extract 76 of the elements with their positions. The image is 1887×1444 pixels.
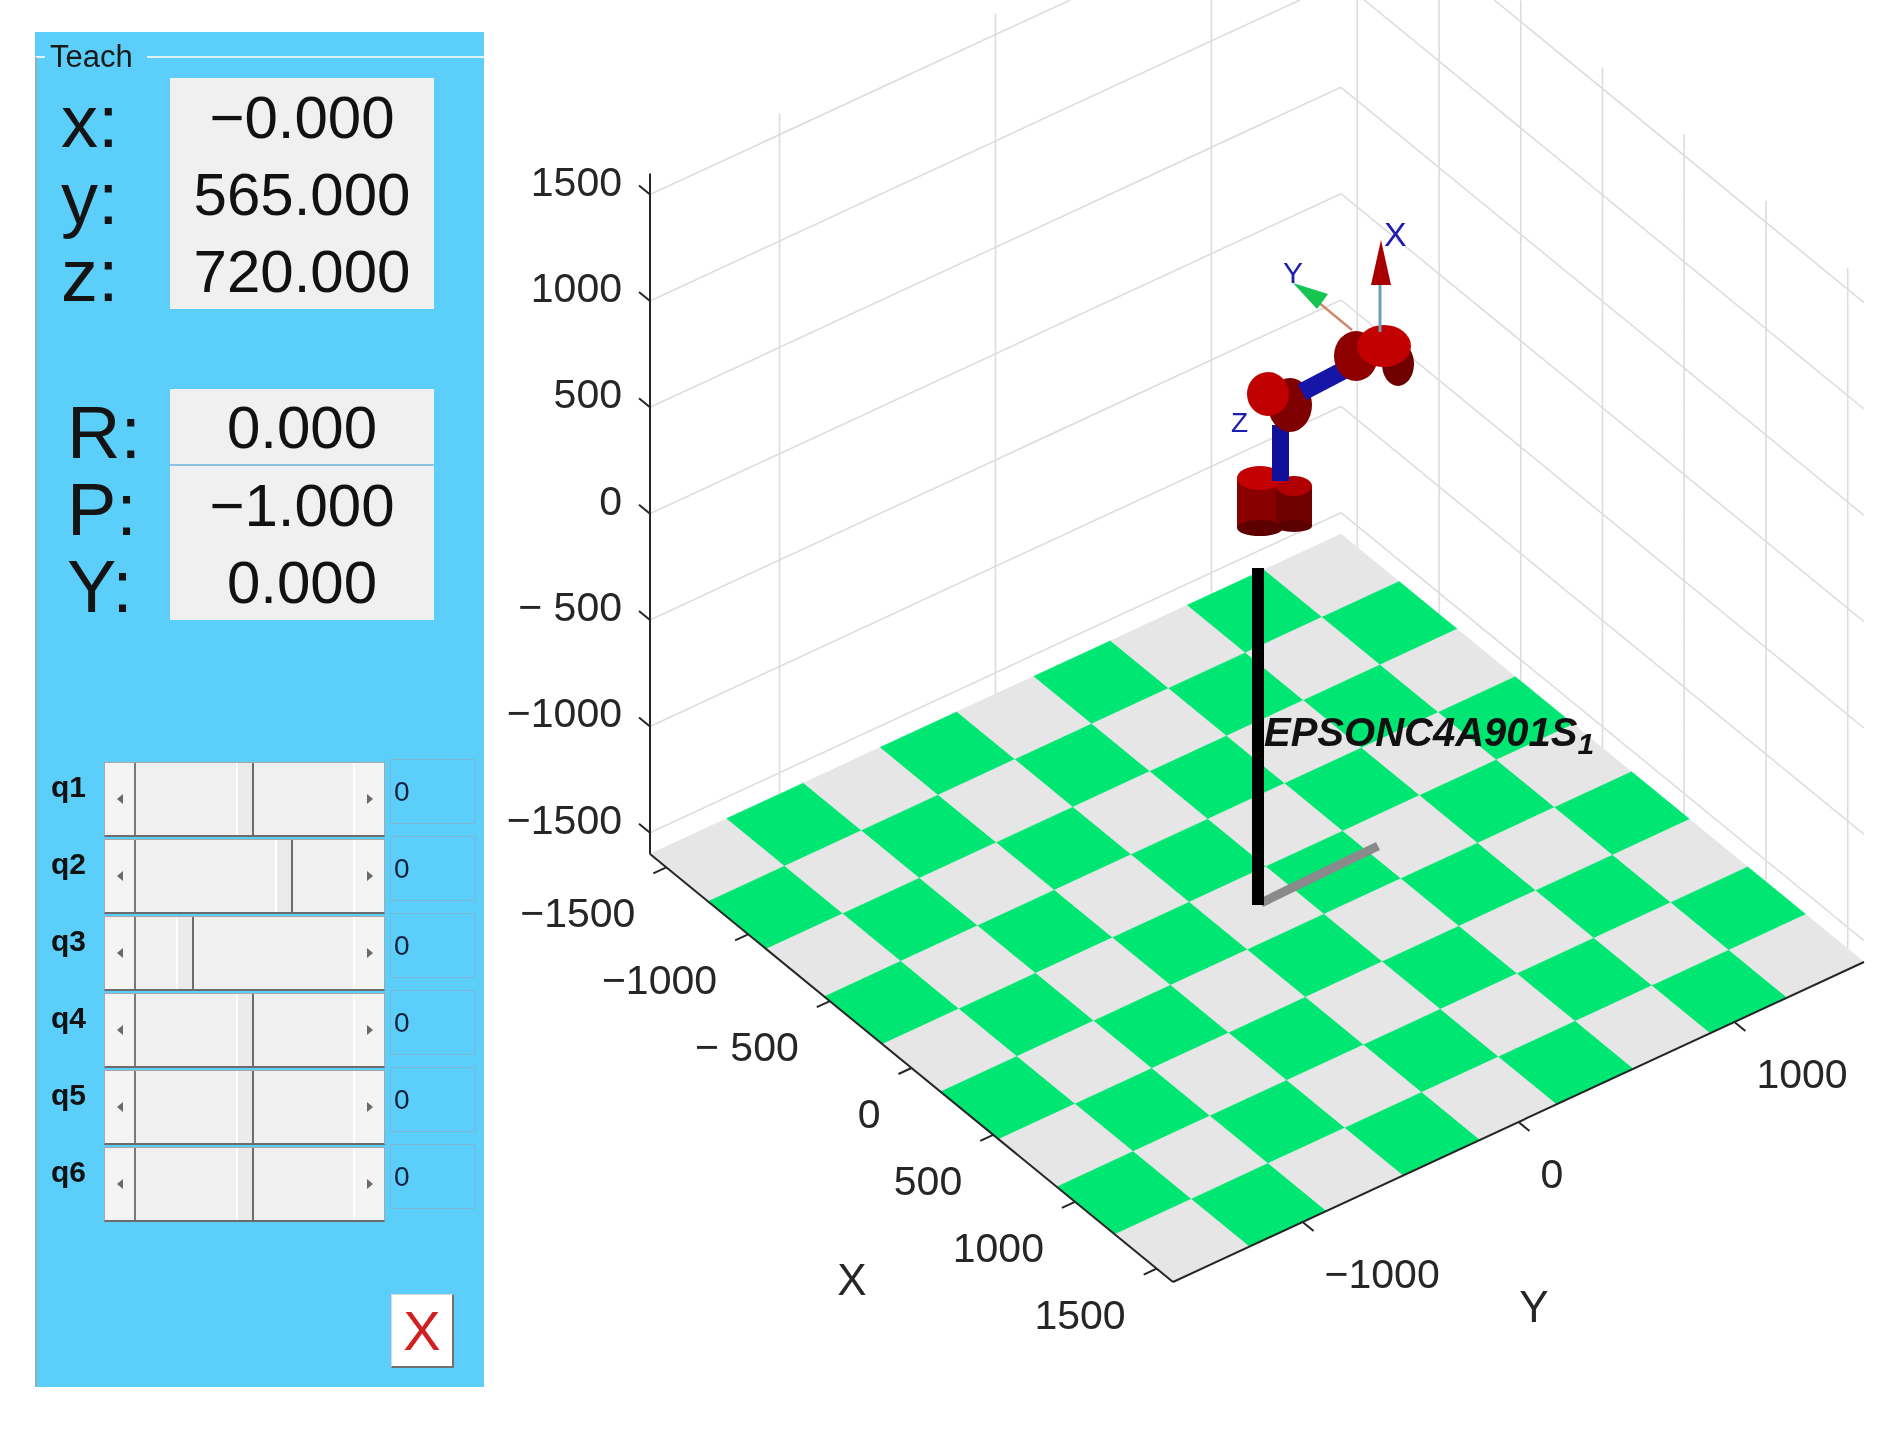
z-tick-label: 0	[599, 477, 622, 524]
caret-right-icon	[366, 1025, 373, 1035]
joint-value-field[interactable]: 0	[390, 990, 476, 1055]
x-tick-label: −1000	[601, 957, 718, 1004]
scroll-left-button[interactable]	[105, 1071, 136, 1143]
slider-thumb[interactable]	[175, 917, 194, 989]
coordinate-label: x:	[61, 84, 119, 159]
joint-slider[interactable]	[104, 993, 385, 1068]
coordinate-value: 0.000	[226, 553, 378, 613]
slider-thumb[interactable]	[235, 763, 254, 835]
slider-thumb[interactable]	[275, 840, 294, 912]
joint-label: q5	[51, 1078, 86, 1111]
caret-right-icon	[366, 1179, 373, 1189]
joint-value-field[interactable]: 0	[390, 836, 476, 901]
joint-value-field[interactable]: 0	[390, 1067, 476, 1132]
x-axis-title: X	[837, 1255, 867, 1304]
scroll-left-button[interactable]	[105, 917, 136, 989]
z-tick-label: 500	[553, 371, 622, 418]
joint-value-field[interactable]: 0	[390, 913, 476, 978]
joint-slider[interactable]	[104, 916, 385, 991]
joint-label: q2	[51, 847, 86, 880]
z-tick-label: 1500	[530, 158, 622, 205]
x-tick-label: −1500	[520, 890, 636, 937]
caret-left-icon	[116, 1102, 123, 1112]
joint-slider[interactable]	[104, 762, 385, 837]
z-tick-label: −1500	[506, 796, 622, 843]
y-tick-label: −1000	[1324, 1251, 1440, 1297]
coordinate-value: 0.000	[226, 398, 378, 458]
coordinate-value: −1.000	[209, 476, 395, 536]
z-tick-label: 1000	[530, 265, 622, 311]
coordinate-label: P:	[67, 472, 137, 547]
joint-value-field[interactable]: 0	[390, 759, 476, 824]
coordinate-label: z:	[61, 238, 119, 313]
coordinate-label: R:	[67, 395, 141, 470]
scroll-left-button[interactable]	[105, 1148, 136, 1220]
y-tick-label: 1000	[1756, 1051, 1848, 1097]
z-tick-label: −1000	[506, 690, 622, 737]
x-tick-label: − 500	[695, 1024, 799, 1071]
joint-value-field[interactable]: 0	[390, 1144, 476, 1209]
coordinate-value: 720.000	[193, 242, 411, 302]
joint-slider[interactable]	[104, 839, 385, 914]
scroll-left-button[interactable]	[105, 840, 136, 912]
coordinate-label: Y:	[67, 549, 133, 624]
joint-label: q3	[51, 924, 86, 957]
z-tick-label: − 500	[518, 584, 622, 631]
frame-axis-label: X	[1384, 215, 1407, 253]
coordinate-value: −0.000	[209, 88, 395, 148]
y-tick-label: 0	[1540, 1151, 1564, 1197]
scroll-left-button[interactable]	[105, 763, 136, 835]
joint-slider[interactable]	[104, 1147, 385, 1222]
caret-right-icon	[366, 948, 373, 958]
coordinate-value: 565.000	[193, 165, 411, 225]
joint-label: q6	[51, 1155, 86, 1188]
y-axis-title: Y	[1519, 1282, 1549, 1331]
scroll-left-button[interactable]	[105, 994, 136, 1066]
frame-axis-label: Z	[1230, 407, 1248, 438]
slider-thumb[interactable]	[235, 1148, 254, 1220]
caret-left-icon	[116, 948, 123, 958]
x-tick-label: 1000	[952, 1224, 1044, 1271]
caret-right-icon	[366, 794, 373, 804]
caret-right-icon	[366, 1102, 373, 1112]
x-tick-label: 500	[893, 1157, 963, 1204]
joint-label: q1	[51, 770, 86, 803]
slider-thumb[interactable]	[235, 1071, 254, 1143]
caret-left-icon	[116, 1025, 123, 1035]
x-tick-label: 0	[857, 1091, 881, 1137]
caret-left-icon	[116, 794, 123, 804]
x-tick-label: 1500	[1034, 1291, 1126, 1338]
caret-left-icon	[116, 1179, 123, 1189]
joint-label: q4	[51, 1001, 86, 1034]
joint-slider[interactable]	[104, 1070, 385, 1145]
caret-left-icon	[116, 871, 123, 881]
caret-right-icon	[366, 871, 373, 881]
slider-thumb[interactable]	[235, 994, 254, 1066]
close-button[interactable]: X	[391, 1294, 454, 1368]
panel-title: Teach	[49, 39, 134, 75]
